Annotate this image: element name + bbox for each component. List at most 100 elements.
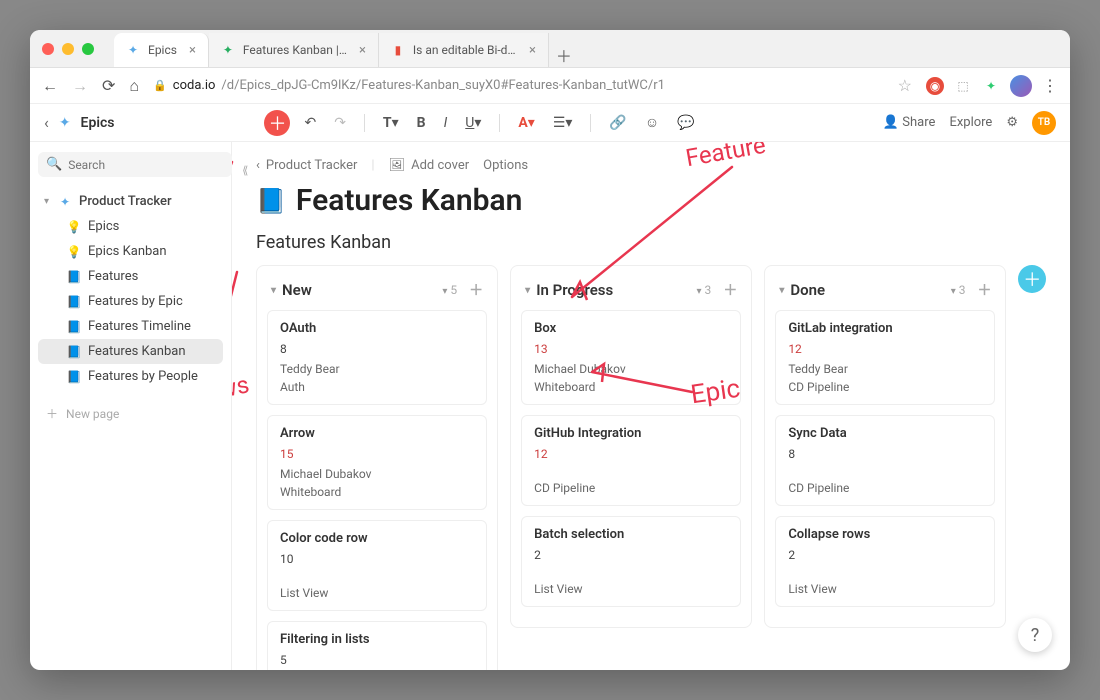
sidebar-item[interactable]: 💡Epics Kanban bbox=[38, 239, 223, 264]
add-card-button[interactable]: ＋ bbox=[723, 280, 737, 300]
doc-back-button[interactable]: ‹ bbox=[44, 113, 49, 132]
sidebar-item[interactable]: 📘 Features bbox=[38, 264, 223, 289]
app-toolbar: ‹ ✦ Epics ＋ ↶ ↷ T▾ B I U▾ A▾ ☰▾ 🔗 ☺ 💬 👤 … bbox=[30, 104, 1070, 142]
forward-button[interactable]: → bbox=[72, 76, 88, 96]
browser-tab[interactable]: ▮Is an editable Bi-directional re× bbox=[379, 33, 549, 67]
add-column-button[interactable]: ＋ bbox=[1018, 265, 1046, 293]
extension-icon[interactable]: ✦ bbox=[982, 77, 1000, 95]
sidebar-item[interactable]: 📘Features Kanban bbox=[38, 339, 223, 364]
search-input[interactable] bbox=[68, 158, 224, 172]
browser-titlebar: ✦Epics×✦Features Kanban | Fibery×▮Is an … bbox=[30, 30, 1070, 68]
sidebar-item[interactable]: 📘Features by People bbox=[38, 364, 223, 389]
card-number: 12 bbox=[788, 342, 982, 356]
lock-icon: 🔒 bbox=[153, 79, 167, 92]
card-tag: CD Pipeline bbox=[788, 481, 982, 495]
kanban-card[interactable]: Color code row 10 List View bbox=[267, 520, 487, 611]
card-title: Collapse rows bbox=[788, 527, 982, 542]
page-title[interactable]: Features Kanban bbox=[296, 183, 522, 218]
add-button[interactable]: ＋ bbox=[264, 110, 290, 136]
card-number: 5 bbox=[280, 653, 474, 667]
color-button[interactable]: A▾ bbox=[514, 111, 538, 135]
kanban-card[interactable]: OAuth 8 Teddy Bear Auth bbox=[267, 310, 487, 405]
doc-icon: ✦ bbox=[59, 115, 71, 131]
card-title: GitLab integration bbox=[788, 321, 982, 336]
options-button[interactable]: Options bbox=[483, 158, 528, 173]
link-button[interactable]: 🔗 bbox=[605, 111, 630, 135]
maximize-window[interactable] bbox=[82, 43, 94, 55]
emoji-button[interactable]: ☺ bbox=[641, 110, 663, 135]
card-person: Teddy Bear bbox=[788, 362, 982, 376]
add-card-button[interactable]: ＋ bbox=[469, 280, 483, 300]
help-button[interactable]: ? bbox=[1018, 618, 1052, 652]
card-title: Color code row bbox=[280, 531, 474, 546]
search-box[interactable]: 🔍 bbox=[38, 152, 232, 177]
chevron-down-icon: ▾ bbox=[271, 285, 276, 296]
bulb-icon: 💡 bbox=[66, 245, 82, 259]
kanban-card[interactable]: GitLab integration 12 Teddy Bear CD Pipe… bbox=[775, 310, 995, 405]
close-window[interactable] bbox=[42, 43, 54, 55]
sidebar-root[interactable]: ▾ ✦ Product Tracker bbox=[38, 189, 223, 214]
profile-avatar[interactable] bbox=[1010, 75, 1032, 97]
sidebar-item-label: Features by Epic bbox=[88, 294, 183, 309]
menu-icon[interactable]: ⋮ bbox=[1042, 76, 1058, 95]
kanban-card[interactable]: Arrow 15 Michael Dubakov Whiteboard bbox=[267, 415, 487, 510]
page-emoji[interactable]: 📘 bbox=[256, 187, 286, 215]
book-icon: 📘 bbox=[66, 345, 82, 359]
card-number: 2 bbox=[788, 548, 982, 562]
sidebar-item[interactable]: 💡Epics bbox=[38, 214, 223, 239]
section-title: Features Kanban bbox=[256, 232, 1046, 253]
new-tab-button[interactable]: ＋ bbox=[549, 43, 579, 67]
user-avatar[interactable]: TB bbox=[1032, 111, 1056, 135]
extension-icon[interactable]: ◉ bbox=[926, 77, 944, 95]
bold-button[interactable]: B bbox=[413, 111, 430, 135]
plus-icon: ＋ bbox=[46, 405, 58, 422]
close-tab-icon[interactable]: × bbox=[359, 43, 366, 58]
add-cover-button[interactable]: 🖼 Add cover bbox=[389, 158, 470, 173]
bulb-icon: 💡 bbox=[66, 220, 82, 234]
explore-button[interactable]: Explore bbox=[949, 115, 992, 130]
kanban-column: ▾ In Progress ▾ 3 ＋ Box 13 Michael Dubak… bbox=[510, 265, 752, 628]
kanban-card[interactable]: Filtering in lists 5 bbox=[267, 621, 487, 670]
breadcrumb[interactable]: ‹ Product Tracker bbox=[256, 158, 357, 173]
undo-button[interactable]: ↶ bbox=[300, 111, 320, 135]
home-button[interactable]: ⌂ bbox=[129, 76, 139, 96]
kanban-card[interactable]: Sync Data 8 CD Pipeline bbox=[775, 415, 995, 506]
reload-button[interactable]: ⟳ bbox=[102, 76, 115, 95]
browser-tab[interactable]: ✦Epics× bbox=[114, 33, 209, 67]
card-tag: List View bbox=[788, 582, 982, 596]
close-tab-icon[interactable]: × bbox=[189, 43, 196, 58]
kanban-card[interactable]: GitHub Integration 12 CD Pipeline bbox=[521, 415, 741, 506]
kanban-card[interactable]: Batch selection 2 List View bbox=[521, 516, 741, 607]
italic-button[interactable]: I bbox=[440, 111, 452, 135]
share-button[interactable]: 👤 Share bbox=[883, 115, 936, 130]
text-style-button[interactable]: T▾ bbox=[379, 111, 403, 135]
book-icon: 📘 bbox=[66, 270, 82, 284]
new-page-button[interactable]: ＋ New page bbox=[38, 397, 223, 430]
card-number: 10 bbox=[280, 552, 474, 566]
sidebar-item[interactable]: 📘Features Timeline bbox=[38, 314, 223, 339]
column-header[interactable]: ▾ In Progress ▾ 3 ＋ bbox=[521, 276, 741, 310]
column-header[interactable]: ▾ New ▾ 5 ＋ bbox=[267, 276, 487, 310]
book-icon: 📘 bbox=[66, 320, 82, 334]
column-header[interactable]: ▾ Done ▾ 3 ＋ bbox=[775, 276, 995, 310]
add-card-button[interactable]: ＋ bbox=[977, 280, 991, 300]
kanban-board: ▾ New ▾ 5 ＋ OAuth 8 Teddy Bear Auth Arro… bbox=[256, 265, 1046, 670]
sidebar-item-label: Features bbox=[88, 269, 138, 284]
redo-button[interactable]: ↷ bbox=[330, 111, 350, 135]
settings-icon[interactable]: ⚙ bbox=[1006, 115, 1018, 130]
card-title: OAuth bbox=[280, 321, 474, 336]
minimize-window[interactable] bbox=[62, 43, 74, 55]
url-field[interactable]: 🔒 coda.io/d/Epics_dpJG-Cm9lKz/Features-K… bbox=[153, 78, 884, 93]
underline-button[interactable]: U▾ bbox=[461, 111, 485, 135]
comment-button[interactable]: 💬 bbox=[673, 111, 698, 135]
close-tab-icon[interactable]: × bbox=[529, 43, 536, 58]
back-button[interactable]: ← bbox=[42, 76, 58, 96]
bookmark-icon[interactable]: ☆ bbox=[898, 76, 912, 95]
kanban-card[interactable]: Collapse rows 2 List View bbox=[775, 516, 995, 607]
align-button[interactable]: ☰▾ bbox=[549, 111, 577, 135]
kanban-card[interactable]: Box 13 Michael Dubakov Whiteboard bbox=[521, 310, 741, 405]
column-count: ▾ 3 bbox=[697, 283, 712, 297]
sidebar-item[interactable]: 📘Features by Epic bbox=[38, 289, 223, 314]
extension-icon[interactable]: ⬚ bbox=[954, 77, 972, 95]
browser-tab[interactable]: ✦Features Kanban | Fibery× bbox=[209, 33, 379, 67]
